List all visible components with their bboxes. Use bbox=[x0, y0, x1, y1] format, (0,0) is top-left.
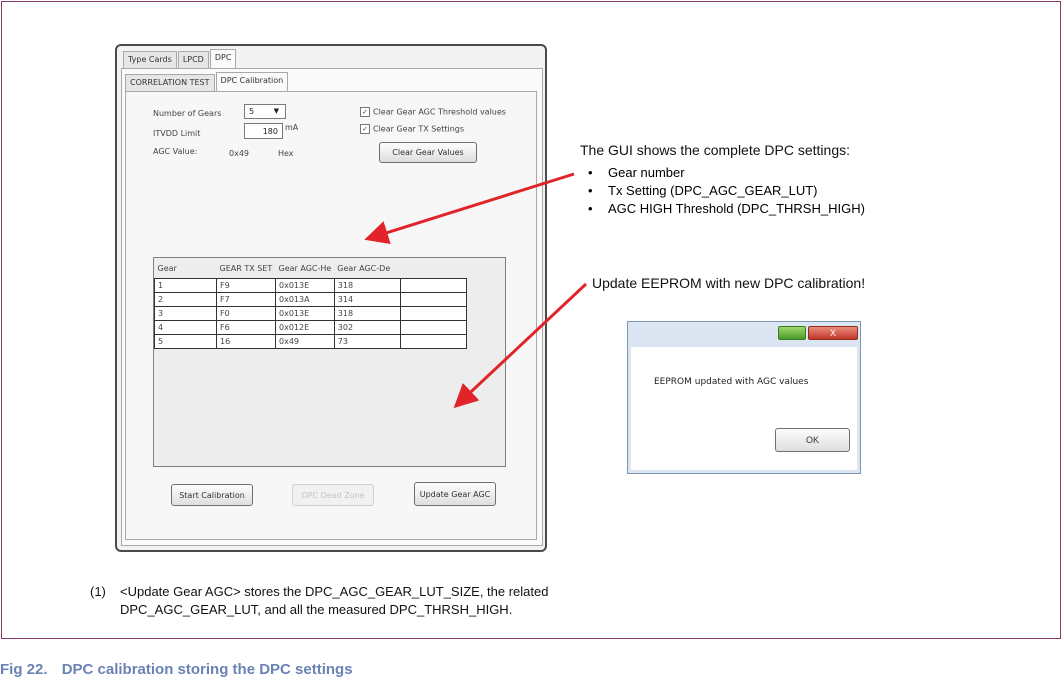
itvdd-unit: mA bbox=[285, 123, 299, 132]
annotation-heading: The GUI shows the complete DPC settings: bbox=[580, 142, 850, 158]
table-cell: 318 bbox=[333, 306, 401, 321]
number-of-gears-label: Number of Gears bbox=[153, 109, 222, 118]
table-row[interactable]: 5 16 0x49 73 bbox=[154, 334, 467, 349]
itvdd-limit-label: ITVDD Limit bbox=[153, 129, 201, 138]
table-cell: 4 bbox=[154, 320, 217, 335]
tab-type-cards[interactable]: Type Cards bbox=[123, 51, 177, 69]
table-cell: F7 bbox=[216, 292, 276, 307]
tab-correlation-test[interactable]: CORRELATION TEST bbox=[125, 74, 215, 92]
tab-dpc-calibration[interactable]: DPC Calibration bbox=[215, 72, 289, 92]
dialog-body: EEPROM updated with AGC values OK bbox=[631, 347, 857, 470]
table-cell: F6 bbox=[216, 320, 276, 335]
table-cell: 0x013E bbox=[275, 306, 335, 321]
tab-dpc[interactable]: DPC bbox=[209, 49, 237, 69]
dpc-dead-zone-button[interactable]: DPC Dead Zone bbox=[292, 484, 374, 506]
bullet-item: AGC HIGH Threshold (DPC_THRSH_HIGH) bbox=[588, 200, 865, 218]
agc-value-label: AGC Value: bbox=[153, 147, 198, 156]
itvdd-limit-input[interactable]: 180 bbox=[244, 123, 283, 139]
main-tab-bar: Type Cards LPCD DPC bbox=[123, 49, 237, 69]
start-calibration-button[interactable]: Start Calibration bbox=[171, 484, 253, 506]
table-cell: 0x013A bbox=[275, 292, 335, 307]
agc-unit: Hex bbox=[278, 149, 294, 158]
table-cell: 314 bbox=[333, 292, 401, 307]
table-cell: 2 bbox=[154, 292, 217, 307]
table-row[interactable]: 1 F9 0x013E 318 bbox=[154, 278, 467, 293]
table-header: Gear AGC-He bbox=[278, 263, 332, 273]
chevron-down-icon: ▼ bbox=[273, 107, 279, 115]
footnote-line-1: <Update Gear AGC> stores the DPC_AGC_GEA… bbox=[120, 584, 549, 599]
number-of-gears-select[interactable]: 5 ▼ bbox=[244, 104, 286, 119]
footnote-line-2: DPC_AGC_GEAR_LUT, and all the measured D… bbox=[120, 602, 513, 617]
sub-tab-bar: CORRELATION TEST DPC Calibration bbox=[125, 72, 289, 92]
table-cell: F9 bbox=[216, 278, 276, 293]
update-gear-agc-button[interactable]: Update Gear AGC bbox=[414, 482, 496, 506]
table-cell: 0x013E bbox=[275, 278, 335, 293]
table-header: Gear bbox=[157, 263, 177, 273]
update-eeprom-note: Update EEPROM with new DPC calibration! bbox=[592, 275, 866, 291]
table-cell bbox=[399, 334, 467, 349]
table-cell: 0x012E bbox=[275, 320, 335, 335]
table-cell bbox=[399, 306, 467, 321]
tab-lpcd[interactable]: LPCD bbox=[177, 51, 209, 69]
table-row[interactable]: 2 F7 0x013A 314 bbox=[154, 292, 467, 307]
agc-value: 0x49 bbox=[229, 149, 250, 158]
check-icon: ✓ bbox=[360, 107, 370, 117]
clear-tx-checkbox[interactable]: ✓ Clear Gear TX Settings bbox=[360, 124, 464, 134]
gear-table: Gear GEAR TX SET Gear AGC-He Gear AGC-De… bbox=[153, 257, 506, 467]
figure-caption: Fig 22. DPC calibration storing the DPC … bbox=[0, 661, 353, 678]
table-header: Gear AGC-De bbox=[337, 263, 391, 273]
table-cell: 3 bbox=[154, 306, 217, 321]
table-header-row: Gear GEAR TX SET Gear AGC-He Gear AGC-De bbox=[155, 258, 467, 279]
annotation-bullet-list: Gear number Tx Setting (DPC_AGC_GEAR_LUT… bbox=[588, 164, 865, 218]
number-of-gears-value: 5 bbox=[249, 107, 255, 116]
figure-label: Fig 22. bbox=[0, 661, 48, 678]
table-row[interactable]: 3 F0 0x013E 318 bbox=[154, 306, 467, 321]
figure-title: DPC calibration storing the DPC settings bbox=[61, 661, 353, 678]
clear-threshold-checkbox[interactable]: ✓ Clear Gear AGC Threshold values bbox=[360, 107, 506, 117]
clear-gear-values-button[interactable]: Clear Gear Values bbox=[379, 142, 477, 163]
table-cell: 16 bbox=[216, 334, 276, 349]
ok-button[interactable]: OK bbox=[775, 428, 850, 452]
table-cell bbox=[399, 320, 467, 335]
close-icon: X bbox=[829, 328, 836, 338]
table-cell: 318 bbox=[333, 278, 401, 293]
dialog-message: EEPROM updated with AGC values bbox=[654, 377, 809, 387]
bullet-item: Gear number bbox=[588, 164, 865, 182]
table-cell: 1 bbox=[154, 278, 217, 293]
bullet-item: Tx Setting (DPC_AGC_GEAR_LUT) bbox=[588, 182, 865, 200]
table-cell bbox=[399, 292, 467, 307]
table-cell: 0x49 bbox=[275, 334, 335, 349]
dpc-calibration-panel: Number of Gears 5 ▼ ITVDD Limit 180 mA A… bbox=[125, 91, 537, 540]
table-cell: 302 bbox=[333, 320, 401, 335]
footnote: (1) <Update Gear AGC> stores the DPC_AGC… bbox=[90, 583, 548, 617]
dpc-tab-panel: CORRELATION TEST DPC Calibration Number … bbox=[121, 68, 543, 546]
table-cell: F0 bbox=[216, 306, 276, 321]
eeprom-dialog: X EEPROM updated with AGC values OK bbox=[627, 321, 861, 474]
dpc-window: Type Cards LPCD DPC CORRELATION TEST DPC… bbox=[115, 44, 547, 552]
table-cell bbox=[399, 278, 467, 293]
table-cell: 73 bbox=[333, 334, 401, 349]
dialog-close-button[interactable]: X bbox=[808, 326, 858, 340]
minimize-button[interactable] bbox=[778, 326, 806, 340]
table-cell: 5 bbox=[154, 334, 217, 349]
table-row[interactable]: 4 F6 0x012E 302 bbox=[154, 320, 467, 335]
check-icon: ✓ bbox=[360, 124, 370, 134]
table-header: GEAR TX SET bbox=[219, 263, 273, 273]
footnote-number: (1) bbox=[90, 584, 106, 599]
